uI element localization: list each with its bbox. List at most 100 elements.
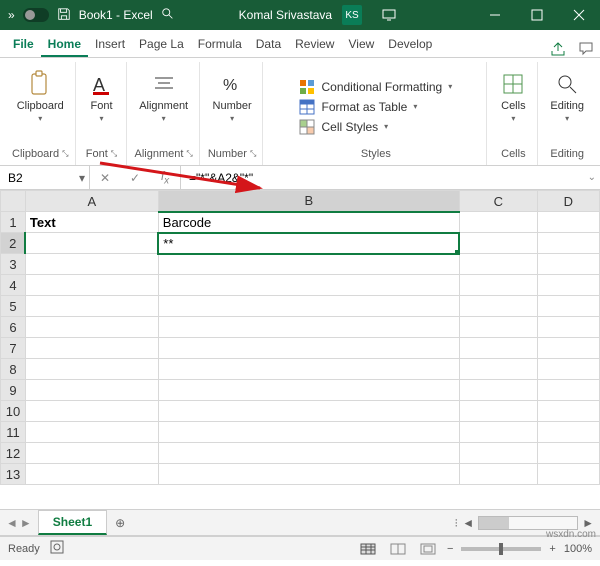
chevron-down-icon[interactable]: ▾ bbox=[79, 171, 85, 185]
comments-button[interactable] bbox=[572, 41, 600, 57]
minimize-button[interactable] bbox=[474, 0, 516, 30]
tab-review[interactable]: Review bbox=[288, 31, 341, 57]
col-header-D[interactable]: D bbox=[537, 191, 599, 212]
formula-bar[interactable]: ="*"&A2&"*" ⌄ bbox=[181, 166, 600, 189]
conditional-formatting-button[interactable]: Conditional Formatting▾ bbox=[299, 79, 452, 95]
cell-styles-icon bbox=[299, 119, 315, 135]
tab-formulas[interactable]: Formula bbox=[191, 31, 249, 57]
row-header[interactable]: 5 bbox=[1, 296, 26, 317]
number-button[interactable]: % Number▾ bbox=[209, 68, 256, 125]
percent-icon: % bbox=[218, 70, 246, 98]
worksheet[interactable]: A B C D 1 Text Barcode 2 ** 3 4 5 6 7 8 … bbox=[0, 190, 600, 510]
row-header[interactable]: 4 bbox=[1, 275, 26, 296]
group-styles: Conditional Formatting▾ Format as Table▾… bbox=[265, 62, 487, 165]
sheet-tab[interactable]: Sheet1 bbox=[38, 510, 107, 535]
next-sheet-button[interactable]: ► bbox=[20, 516, 32, 530]
tab-insert[interactable]: Insert bbox=[88, 31, 132, 57]
row-header[interactable]: 7 bbox=[1, 338, 26, 359]
group-cells: Cells▾ Cells bbox=[489, 62, 538, 165]
alignment-button[interactable]: Alignment▾ bbox=[135, 68, 192, 125]
macro-record-icon[interactable] bbox=[50, 540, 64, 557]
scroll-right-button[interactable]: ► bbox=[582, 516, 594, 530]
cells-icon bbox=[499, 70, 527, 98]
page-break-view-button[interactable] bbox=[417, 540, 439, 558]
group-number: % Number▾ Number⤡ bbox=[202, 62, 264, 165]
cell[interactable] bbox=[537, 233, 599, 254]
close-button[interactable] bbox=[558, 0, 600, 30]
tab-page-layout[interactable]: Page La bbox=[132, 31, 191, 57]
cell[interactable]: Text bbox=[25, 212, 158, 233]
cells-button[interactable]: Cells▾ bbox=[495, 68, 531, 125]
row-header[interactable]: 2 bbox=[1, 233, 26, 254]
ribbon: Clipboard▾ Clipboard⤡ A Font▾ Font⤡ Alig… bbox=[0, 58, 600, 166]
cell[interactable]: Barcode bbox=[158, 212, 459, 233]
align-icon bbox=[150, 70, 178, 98]
cell[interactable] bbox=[25, 233, 158, 254]
font-button[interactable]: A Font▾ bbox=[84, 68, 120, 125]
expand-formula-icon[interactable]: ⌄ bbox=[588, 172, 596, 183]
col-header-C[interactable]: C bbox=[459, 191, 537, 212]
prev-sheet-button[interactable]: ◄ bbox=[6, 516, 18, 530]
row-header[interactable]: 12 bbox=[1, 443, 26, 464]
save-icon[interactable] bbox=[57, 7, 71, 24]
zoom-in-button[interactable]: + bbox=[549, 543, 555, 555]
row-header[interactable]: 13 bbox=[1, 464, 26, 485]
tab-file[interactable]: File bbox=[6, 31, 41, 57]
clipboard-button[interactable]: Clipboard▾ bbox=[13, 68, 68, 125]
col-header-A[interactable]: A bbox=[25, 191, 158, 212]
row-header[interactable]: 9 bbox=[1, 380, 26, 401]
page-layout-view-button[interactable] bbox=[387, 540, 409, 558]
maximize-button[interactable] bbox=[516, 0, 558, 30]
row-header[interactable]: 10 bbox=[1, 401, 26, 422]
cancel-formula-icon[interactable]: ✕ bbox=[90, 171, 120, 185]
select-all-corner[interactable] bbox=[1, 191, 26, 212]
ribbon-tabs: File Home Insert Page La Formula Data Re… bbox=[0, 30, 600, 58]
row-header[interactable]: 11 bbox=[1, 422, 26, 443]
cell[interactable] bbox=[537, 212, 599, 233]
autosave-toggle[interactable] bbox=[23, 8, 49, 22]
font-icon: A bbox=[88, 70, 116, 98]
tab-view[interactable]: View bbox=[341, 31, 381, 57]
zoom-out-button[interactable]: − bbox=[447, 543, 453, 555]
cell-styles-button[interactable]: Cell Styles▾ bbox=[299, 119, 388, 135]
row-header[interactable]: 3 bbox=[1, 254, 26, 275]
cell[interactable] bbox=[459, 212, 537, 233]
add-sheet-button[interactable]: ⊕ bbox=[107, 516, 133, 530]
fx-icon[interactable]: fx bbox=[150, 169, 180, 186]
tab-data[interactable]: Data bbox=[249, 31, 288, 57]
zoom-level[interactable]: 100% bbox=[564, 543, 592, 555]
horizontal-scrollbar[interactable] bbox=[478, 516, 578, 530]
group-clipboard: Clipboard▾ Clipboard⤡ bbox=[6, 62, 76, 165]
zoom-slider[interactable] bbox=[461, 547, 541, 551]
col-header-B[interactable]: B bbox=[158, 191, 459, 212]
tab-developer[interactable]: Develop bbox=[381, 31, 439, 57]
chevron-right-icon[interactable]: » bbox=[8, 8, 15, 22]
scroll-left-button[interactable]: ◄ bbox=[462, 516, 474, 530]
sheet-tab-bar: ◄ ► Sheet1 ⊕ ⁝ ◄ ► bbox=[0, 510, 600, 536]
editing-button[interactable]: Editing▾ bbox=[546, 68, 588, 125]
row-header[interactable]: 6 bbox=[1, 317, 26, 338]
normal-view-button[interactable] bbox=[357, 540, 379, 558]
watermark: wsxdn.com bbox=[546, 529, 596, 540]
row-header[interactable]: 8 bbox=[1, 359, 26, 380]
display-options-icon[interactable] bbox=[368, 0, 410, 30]
svg-text:%: % bbox=[223, 77, 237, 94]
row-header[interactable]: 1 bbox=[1, 212, 26, 233]
user-name[interactable]: Komal Srivastava bbox=[239, 8, 332, 22]
title-bar: » Book1 - Excel Komal Srivastava KS bbox=[0, 0, 600, 30]
search-icon[interactable] bbox=[161, 7, 175, 24]
avatar[interactable]: KS bbox=[342, 5, 362, 25]
share-button[interactable] bbox=[544, 41, 572, 57]
status-bar: Ready − + 100% bbox=[0, 536, 600, 560]
paste-icon bbox=[26, 70, 54, 98]
tab-home[interactable]: Home bbox=[41, 31, 88, 57]
format-as-table-button[interactable]: Format as Table▾ bbox=[299, 99, 417, 115]
find-icon bbox=[553, 70, 581, 98]
group-alignment: Alignment▾ Alignment⤡ bbox=[129, 62, 200, 165]
enter-formula-icon[interactable]: ✓ bbox=[120, 171, 150, 185]
name-box[interactable]: B2 ▾ bbox=[0, 166, 90, 189]
status-ready: Ready bbox=[8, 543, 40, 555]
cell[interactable] bbox=[459, 233, 537, 254]
cell-selected[interactable]: ** bbox=[158, 233, 459, 254]
group-font: A Font▾ Font⤡ bbox=[78, 62, 127, 165]
